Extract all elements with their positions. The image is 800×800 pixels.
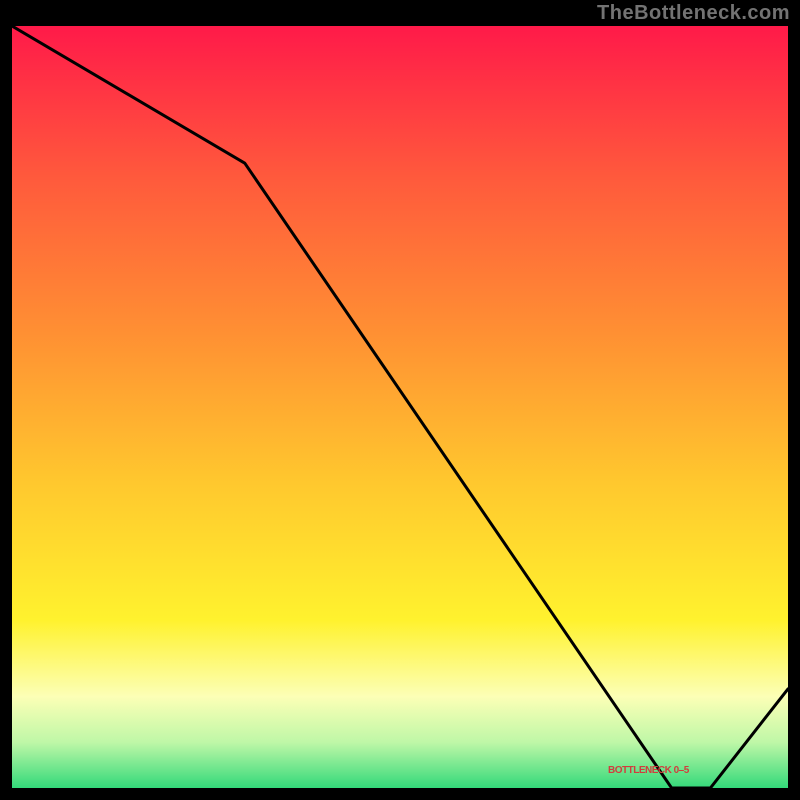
gradient-background	[12, 26, 788, 788]
bottleneck-annotation: BOTTLENECK 0–5	[608, 766, 689, 776]
watermark-label: TheBottleneck.com	[597, 2, 790, 25]
plot-area: BOTTLENECK 0–5	[12, 26, 788, 788]
chart-frame: TheBottleneck.com	[0, 0, 800, 800]
bottleneck-chart	[12, 26, 788, 788]
